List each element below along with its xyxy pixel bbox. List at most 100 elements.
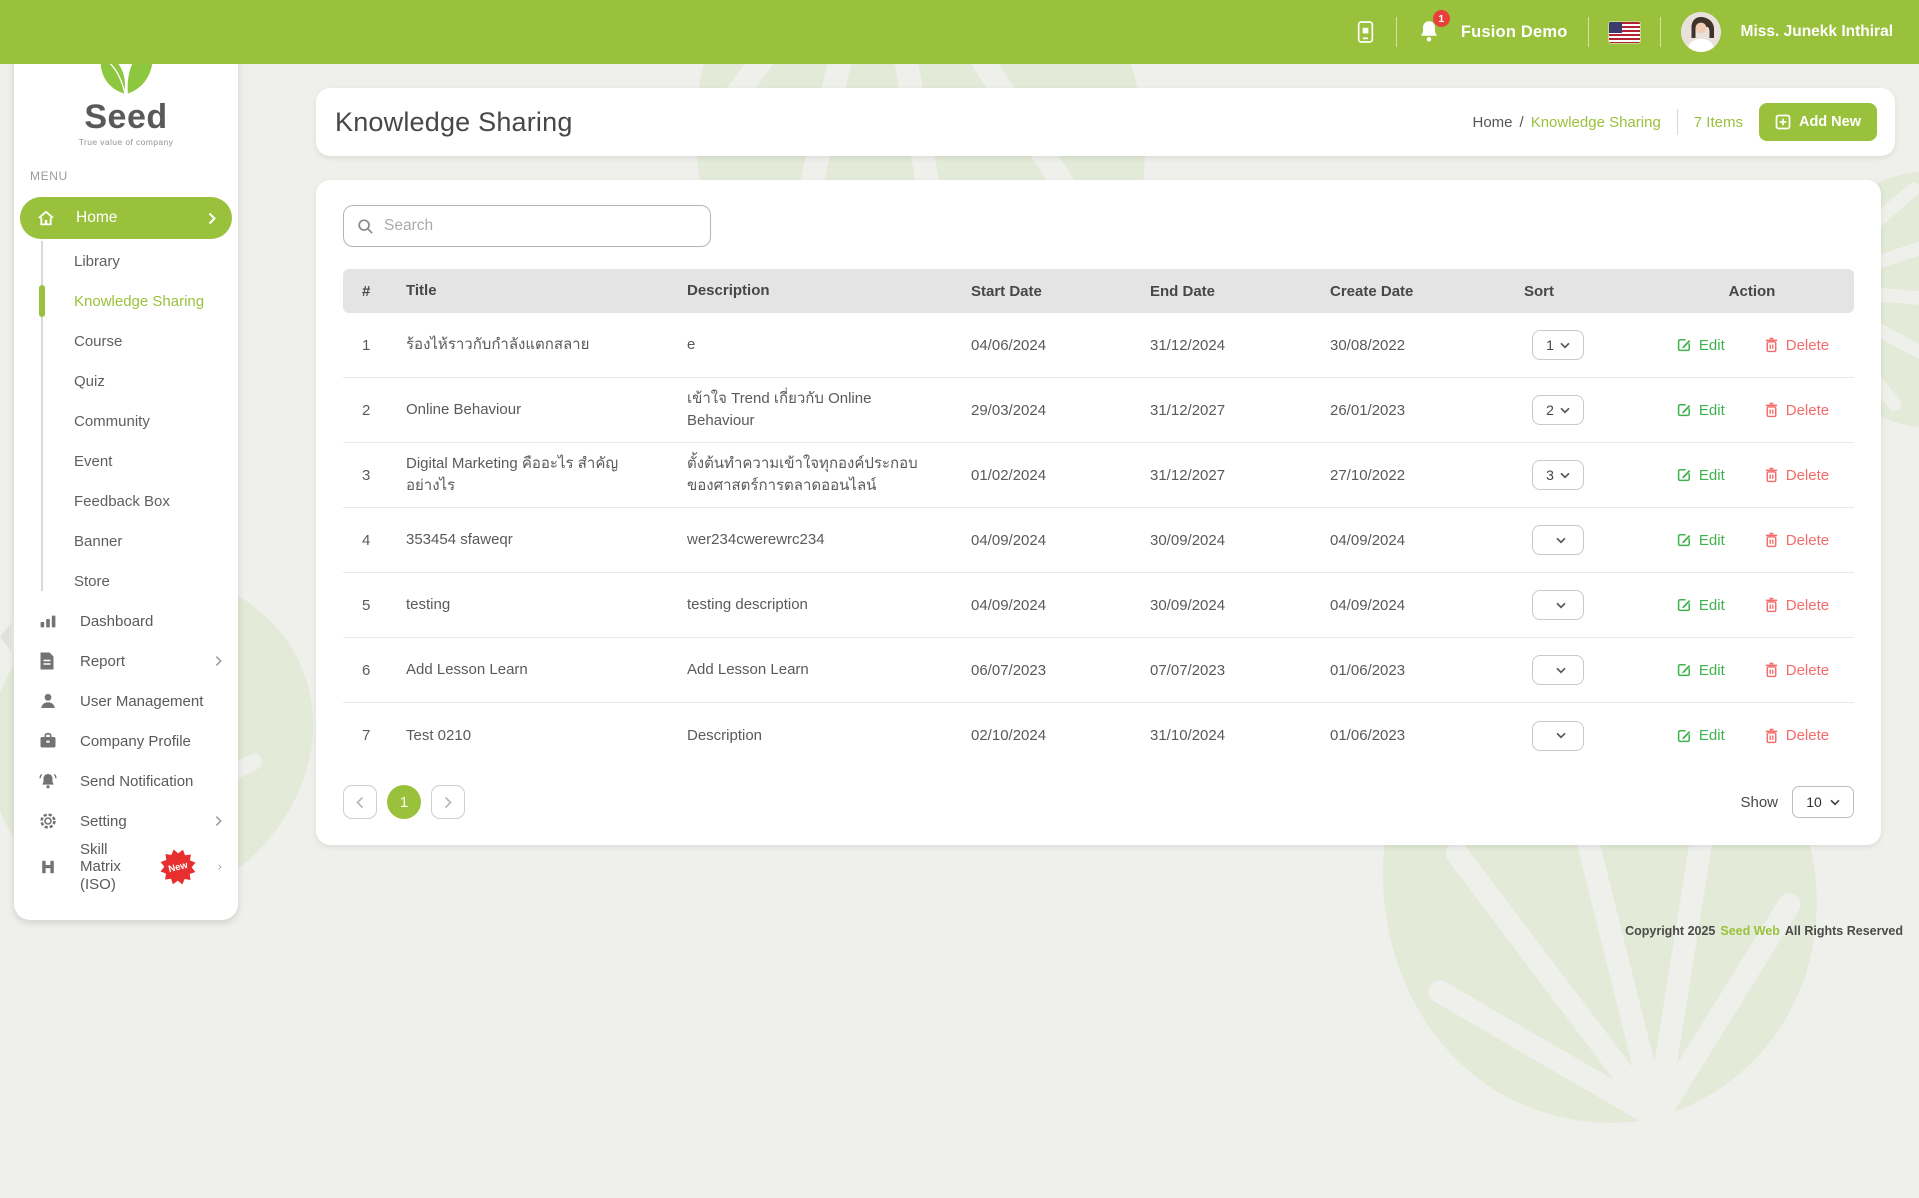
page-size-dropdown[interactable]: 10 — [1792, 786, 1854, 818]
sidebar-item-skill-matrix-iso[interactable]: Skill Matrix (ISO) New — [14, 841, 238, 893]
sidebar-item-library[interactable]: Library — [14, 241, 238, 281]
row-index: 6 — [343, 662, 406, 679]
row-description: testing description — [687, 594, 971, 616]
sidebar-item-event[interactable]: Event — [14, 441, 238, 481]
skill-matrix-icon — [38, 857, 58, 877]
row-create-date: 01/06/2023 — [1330, 727, 1524, 744]
notifications-button[interactable]: 1 — [1417, 19, 1441, 45]
row-description: Add Lesson Learn — [687, 659, 971, 681]
qr-scan-button[interactable] — [1355, 20, 1376, 44]
search-icon — [357, 218, 374, 235]
edit-button[interactable]: Edit — [1675, 401, 1725, 419]
row-end-date: 07/07/2023 — [1150, 662, 1330, 679]
sort-dropdown[interactable] — [1532, 655, 1584, 685]
delete-button[interactable]: Delete — [1763, 401, 1829, 419]
notification-badge: 1 — [1433, 10, 1450, 27]
column-header-create-date: Create Date — [1330, 283, 1524, 300]
edit-button[interactable]: Edit — [1675, 596, 1725, 614]
table-row: 5 testing testing description 04/09/2024… — [343, 573, 1854, 638]
footer: Copyright 2025Seed WebAll Rights Reserve… — [1625, 924, 1903, 938]
delete-icon — [1763, 531, 1780, 549]
next-page-button[interactable] — [431, 785, 465, 819]
row-start-date: 01/02/2024 — [971, 467, 1150, 484]
search-input[interactable] — [384, 217, 697, 235]
sidebar-item-store[interactable]: Store — [14, 561, 238, 601]
sidebar-item-send-notification[interactable]: Send Notification — [14, 761, 238, 801]
column-header-end-date: End Date — [1150, 283, 1330, 300]
sort-dropdown[interactable] — [1532, 590, 1584, 620]
row-create-date: 04/09/2024 — [1330, 597, 1524, 614]
sidebar-item-feedback-box[interactable]: Feedback Box — [14, 481, 238, 521]
sidebar-item-company-profile[interactable]: Company Profile — [14, 721, 238, 761]
row-start-date: 04/09/2024 — [971, 532, 1150, 549]
footer-brand-link[interactable]: Seed Web — [1720, 924, 1780, 938]
delete-icon — [1763, 336, 1780, 354]
row-index: 1 — [343, 337, 406, 354]
sidebar-item-dashboard[interactable]: Dashboard — [14, 601, 238, 641]
delete-button[interactable]: Delete — [1763, 596, 1829, 614]
edit-button[interactable]: Edit — [1675, 727, 1725, 745]
sort-dropdown[interactable] — [1532, 525, 1584, 555]
edit-button[interactable]: Edit — [1675, 531, 1725, 549]
column-header-description: Description — [687, 280, 971, 302]
sidebar-sub-item-label: Quiz — [74, 373, 105, 390]
row-description: e — [687, 334, 971, 356]
chevron-down-icon — [1556, 537, 1566, 544]
row-title: 353454 sfaweqr — [406, 529, 687, 551]
sidebar-item-course[interactable]: Course — [14, 321, 238, 361]
sort-dropdown[interactable]: 3 — [1532, 460, 1584, 490]
user-name[interactable]: Miss. Junekk Inthiral — [1741, 23, 1893, 41]
row-end-date: 31/12/2027 — [1150, 402, 1330, 419]
delete-button[interactable]: Delete — [1763, 727, 1829, 745]
brand-name[interactable]: Fusion Demo — [1461, 23, 1568, 42]
delete-button[interactable]: Delete — [1763, 466, 1829, 484]
sidebar-item-user-management[interactable]: User Management — [14, 681, 238, 721]
delete-button[interactable]: Delete — [1763, 336, 1829, 354]
delete-button[interactable]: Delete — [1763, 531, 1829, 549]
sidebar-item-quiz[interactable]: Quiz — [14, 361, 238, 401]
edit-icon — [1675, 401, 1693, 419]
delete-button[interactable]: Delete — [1763, 661, 1829, 679]
chevron-left-icon — [356, 796, 364, 809]
row-title: Online Behaviour — [406, 399, 687, 421]
sidebar-collapse-handle[interactable] — [0, 622, 12, 652]
sidebar-item-community[interactable]: Community — [14, 401, 238, 441]
chevron-down-icon — [1556, 602, 1566, 609]
add-new-button[interactable]: Add New — [1759, 103, 1877, 141]
sidebar-item-setting[interactable]: Setting — [14, 801, 238, 841]
delete-icon — [1763, 727, 1780, 745]
edit-button[interactable]: Edit — [1675, 336, 1725, 354]
language-flag-us[interactable] — [1609, 22, 1640, 43]
edit-icon — [1675, 531, 1693, 549]
search-box — [343, 205, 711, 247]
row-start-date: 04/09/2024 — [971, 597, 1150, 614]
user-avatar[interactable] — [1681, 12, 1721, 52]
row-start-date: 04/06/2024 — [971, 337, 1150, 354]
sort-dropdown[interactable]: 1 — [1532, 330, 1584, 360]
row-index: 2 — [343, 402, 406, 419]
briefcase-icon — [38, 731, 58, 751]
prev-page-button[interactable] — [343, 785, 377, 819]
breadcrumb-home[interactable]: Home — [1473, 114, 1513, 131]
sidebar-sub-item-label: Banner — [74, 533, 122, 550]
chevron-right-icon — [215, 815, 222, 827]
sidebar-sub-item-label: Knowledge Sharing — [74, 293, 204, 310]
chevron-down-icon — [1830, 799, 1840, 806]
report-icon — [38, 651, 58, 671]
row-create-date: 30/08/2022 — [1330, 337, 1524, 354]
sidebar-item-home[interactable]: Home — [20, 197, 232, 239]
current-page-button[interactable]: 1 — [387, 785, 421, 819]
sidebar-sub-item-label: Community — [74, 413, 150, 430]
edit-button[interactable]: Edit — [1675, 661, 1725, 679]
sort-dropdown[interactable] — [1532, 721, 1584, 751]
table-row: 2 Online Behaviour เข้าใจ Trend เกี่ยวกั… — [343, 378, 1854, 443]
sidebar-item-knowledge-sharing[interactable]: Knowledge Sharing — [14, 281, 238, 321]
sidebar-sub-item-label: Store — [74, 573, 110, 590]
delete-icon — [1763, 596, 1780, 614]
sort-dropdown[interactable]: 2 — [1532, 395, 1584, 425]
sidebar-item-banner[interactable]: Banner — [14, 521, 238, 561]
sidebar-item-report[interactable]: Report — [14, 641, 238, 681]
chevron-right-icon — [215, 655, 222, 667]
edit-button[interactable]: Edit — [1675, 466, 1725, 484]
row-description: ตั้งต้นทำความเข้าใจทุกองค์ประกอบของศาสตร… — [687, 453, 971, 497]
